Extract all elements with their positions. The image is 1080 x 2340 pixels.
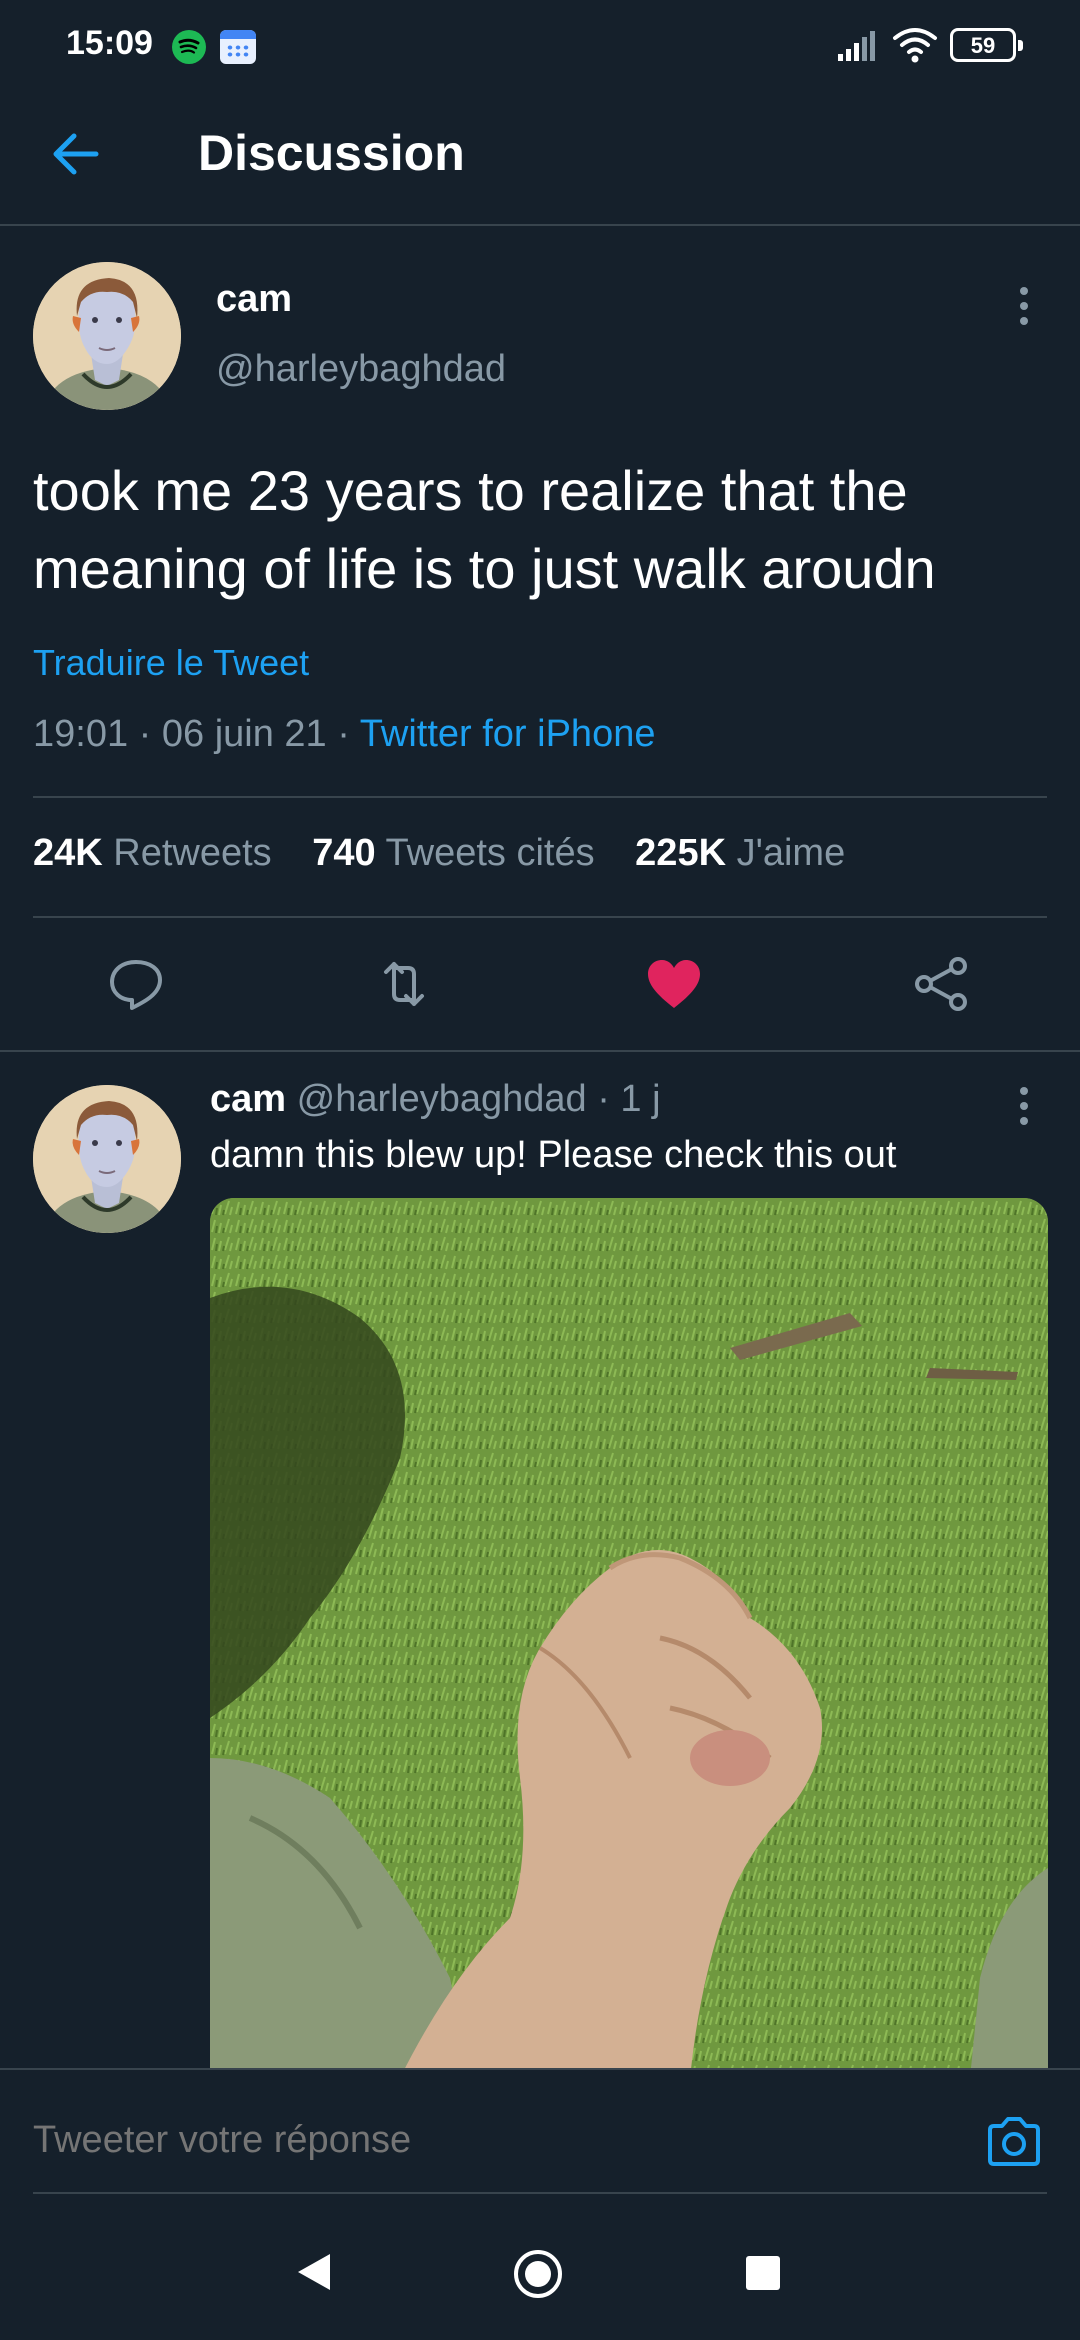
tweet-date: 06 juin 21 (161, 713, 327, 755)
author-handle[interactable]: @harleybaghdad (216, 348, 506, 391)
retweets-stat[interactable]: 24K Retweets (33, 832, 272, 874)
header: Discussion (0, 96, 1080, 226)
share-button[interactable] (910, 952, 974, 1016)
divider (33, 796, 1047, 798)
reply-text: damn this blew up! Please check this out (210, 1134, 897, 1176)
likes-label: J'aime (736, 832, 846, 874)
spotify-icon (172, 30, 206, 64)
tweet-photo[interactable] (210, 1198, 1048, 2078)
arrow-left-icon (53, 133, 99, 175)
back-button[interactable] (44, 122, 108, 186)
author-name[interactable]: cam (216, 278, 292, 321)
share-icon (915, 957, 967, 1011)
tweet-metadata: 19:01 · 06 juin 21 · Twitter for iPhone (33, 713, 655, 756)
meta-separator: · (337, 713, 350, 755)
divider (0, 1050, 1080, 1052)
reply-author-name[interactable]: cam (210, 1078, 286, 1120)
fist-on-grass-photo (210, 1198, 1048, 2078)
reply-button[interactable] (104, 952, 168, 1016)
circle-home-icon (514, 2250, 562, 2298)
reply-author-handle[interactable]: @harleybaghdad (297, 1078, 587, 1120)
status-bar: 15:09 59 (0, 0, 1080, 96)
quotes-stat[interactable]: 740 Tweets cités (312, 832, 594, 874)
battery-level: 59 (970, 33, 996, 58)
page-title: Discussion (198, 125, 465, 181)
meta-separator: · (138, 713, 152, 755)
divider (33, 916, 1047, 918)
quotes-count: 740 (312, 832, 376, 874)
camera-icon (988, 2117, 1040, 2166)
status-time: 15:09 (66, 24, 153, 62)
signal-icon (838, 28, 880, 67)
divider (33, 2192, 1047, 2194)
more-options-icon[interactable] (1012, 283, 1036, 329)
tweet-text: took me 23 years to realize that the mea… (33, 459, 936, 600)
reply-icon (110, 960, 162, 1010)
tweet-stats: 24K Retweets 740 Tweets cités 225K J'aim… (33, 832, 875, 875)
reply-time-ago: · 1 j (597, 1078, 661, 1120)
reply-header: cam @harleybaghdad · 1 j (210, 1078, 661, 1121)
tweet-source-link[interactable]: Twitter for iPhone (360, 713, 656, 755)
battery-icon: 59 (950, 28, 1023, 62)
avatar-portrait-image (33, 1085, 181, 1233)
retweets-label: Retweets (113, 832, 272, 874)
quotes-label: Tweets cités (385, 832, 595, 874)
reply-input[interactable] (33, 2110, 933, 2170)
likes-count: 225K (635, 832, 727, 874)
retweet-icon (384, 962, 424, 1006)
avatar-portrait-image (33, 262, 181, 410)
nav-back-button[interactable] (294, 2250, 334, 2299)
nav-recents-square-icon[interactable] (746, 2256, 780, 2290)
wifi-icon (892, 26, 938, 69)
translate-tweet-link[interactable]: Traduire le Tweet (33, 642, 309, 684)
avatar[interactable] (33, 262, 181, 410)
heart-icon (648, 960, 700, 1008)
triangle-back-icon (298, 2254, 330, 2290)
nav-home-button[interactable] (512, 2248, 564, 2305)
like-button[interactable] (642, 952, 706, 1016)
camera-button[interactable] (982, 2110, 1046, 2174)
retweet-button[interactable] (372, 952, 436, 1016)
tweet-time: 19:01 (33, 713, 129, 755)
more-options-icon[interactable] (1012, 1083, 1036, 1129)
avatar[interactable] (33, 1085, 181, 1233)
likes-stat[interactable]: 225K J'aime (635, 832, 845, 874)
calendar-icon (220, 30, 256, 64)
retweets-count: 24K (33, 832, 103, 874)
